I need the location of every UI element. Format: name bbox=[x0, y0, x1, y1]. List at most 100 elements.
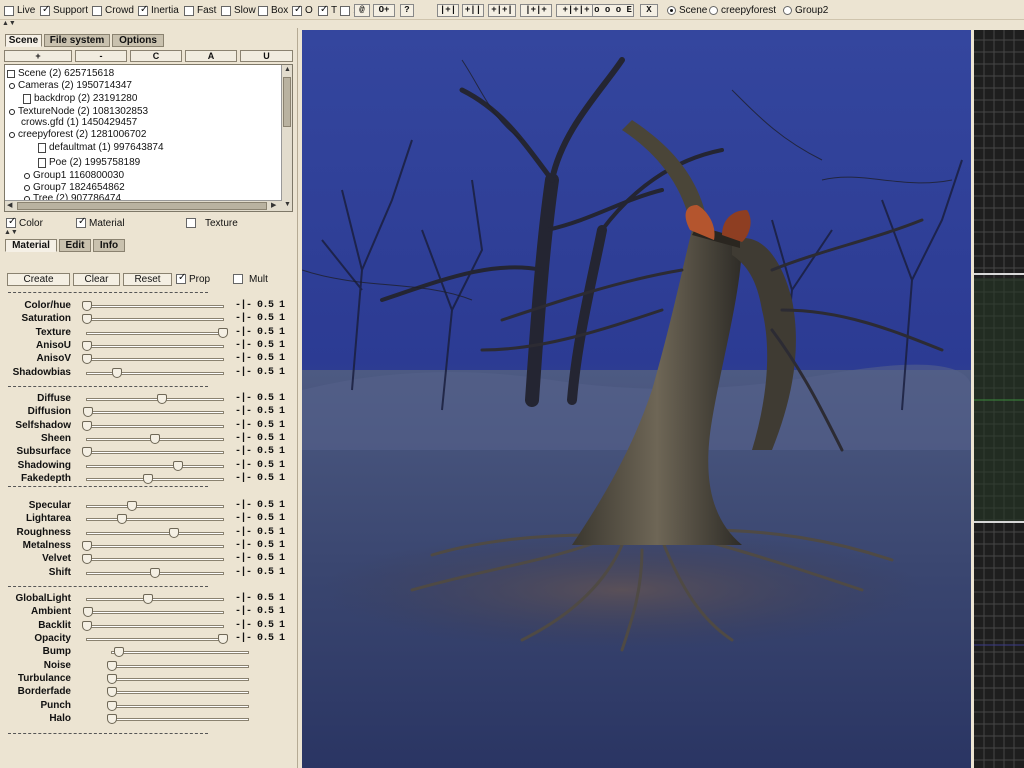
tree-node-group1[interactable]: Group1 1160800030 bbox=[24, 170, 124, 181]
scroll-thumb[interactable] bbox=[283, 77, 291, 127]
slider-handle[interactable] bbox=[218, 634, 228, 644]
tree-node-scene[interactable]: Scene (2) 625715618 bbox=[7, 68, 114, 79]
slider-track[interactable] bbox=[82, 541, 224, 551]
slider-track[interactable] bbox=[86, 501, 224, 511]
toggle-slow[interactable]: Slow bbox=[221, 4, 256, 17]
mult-checkbox[interactable] bbox=[233, 274, 243, 284]
scroll-left-arrow-icon[interactable]: ◀ bbox=[7, 202, 12, 210]
collapse-arrows-icon[interactable]: ▲▼ bbox=[2, 20, 16, 27]
slider-track[interactable] bbox=[86, 634, 228, 644]
slider-track[interactable] bbox=[107, 701, 249, 711]
slider-track[interactable] bbox=[86, 528, 224, 538]
tab-material[interactable]: Material bbox=[5, 239, 57, 252]
slider-handle[interactable] bbox=[107, 674, 117, 684]
slider-track[interactable] bbox=[82, 621, 224, 631]
toggle-box[interactable]: Box bbox=[258, 4, 288, 17]
material-option[interactable]: Material bbox=[76, 216, 125, 229]
create-button[interactable]: Create bbox=[7, 273, 70, 286]
expand-node-icon[interactable] bbox=[9, 131, 15, 138]
help-button[interactable]: ? bbox=[400, 4, 414, 17]
slider-handle[interactable] bbox=[107, 714, 117, 724]
slider-track[interactable] bbox=[82, 314, 224, 324]
slider-track[interactable] bbox=[86, 594, 224, 604]
radio-icon[interactable] bbox=[783, 6, 792, 15]
slider-handle[interactable] bbox=[156, 394, 167, 404]
tree-node-poe[interactable]: Poe (2) 1995758189 bbox=[38, 157, 140, 168]
tree-a-button[interactable]: A bbox=[185, 50, 237, 62]
right-grid-panel[interactable] bbox=[974, 30, 1024, 768]
slider-handle[interactable] bbox=[143, 594, 154, 604]
slider-handle[interactable] bbox=[150, 568, 160, 578]
slider-track[interactable] bbox=[82, 447, 224, 457]
slider-handle[interactable] bbox=[82, 314, 92, 324]
tree-node-creepyforest[interactable]: creepyforest (2) 1281006702 bbox=[9, 129, 146, 140]
mult-option[interactable]: Mult bbox=[233, 273, 268, 285]
slider-track[interactable] bbox=[86, 394, 224, 404]
material-checkbox[interactable] bbox=[76, 216, 86, 228]
tab-info[interactable]: Info bbox=[93, 239, 125, 252]
texture-checkbox[interactable] bbox=[186, 218, 196, 228]
tree-horizontal-scrollbar[interactable]: ◀ ▶ bbox=[5, 200, 282, 211]
prop-checkbox[interactable] bbox=[176, 272, 186, 284]
toggle-crowd[interactable]: Crowd bbox=[92, 4, 134, 17]
slider-track[interactable] bbox=[86, 461, 224, 471]
scroll-thumb[interactable] bbox=[17, 202, 267, 210]
radio-icon[interactable] bbox=[709, 6, 718, 15]
slider-handle[interactable] bbox=[107, 661, 117, 671]
slider-track[interactable] bbox=[107, 674, 249, 684]
slider-track[interactable] bbox=[83, 407, 224, 417]
slider-track[interactable] bbox=[82, 421, 224, 431]
slider-handle[interactable] bbox=[218, 328, 228, 338]
slider-handle[interactable] bbox=[107, 701, 117, 711]
layout-4-button[interactable]: |+|+ bbox=[520, 4, 552, 17]
tab-file-system[interactable]: File system bbox=[44, 34, 110, 47]
radio-group2[interactable]: Group2 bbox=[783, 4, 828, 17]
slider-handle[interactable] bbox=[82, 554, 92, 564]
checkbox-icon[interactable] bbox=[340, 5, 350, 16]
radio-scene[interactable]: Scene bbox=[667, 4, 707, 17]
checkbox-icon[interactable] bbox=[318, 4, 328, 16]
tab-options[interactable]: Options bbox=[112, 34, 164, 47]
slider-track[interactable] bbox=[82, 354, 224, 364]
slider-track[interactable] bbox=[86, 568, 224, 578]
ooo-e-button[interactable]: o o o E bbox=[592, 4, 634, 17]
slider-handle[interactable] bbox=[83, 607, 94, 617]
at-button[interactable]: @ bbox=[354, 4, 370, 17]
layout-2-button[interactable]: +|| bbox=[462, 4, 484, 17]
slider-handle[interactable] bbox=[107, 687, 117, 697]
slider-handle[interactable] bbox=[83, 407, 94, 417]
slider-track[interactable] bbox=[83, 607, 224, 617]
toggle-support[interactable]: Support bbox=[40, 4, 88, 17]
slider-track[interactable] bbox=[82, 301, 224, 311]
slider-track[interactable] bbox=[86, 368, 224, 378]
checkbox-icon[interactable] bbox=[221, 5, 231, 16]
tree-node-texturenode[interactable]: TextureNode (2) 1081302853 bbox=[9, 106, 148, 117]
tree-expand-button[interactable]: + bbox=[4, 50, 72, 62]
tab-edit[interactable]: Edit bbox=[59, 239, 91, 252]
tree-c-button[interactable]: C bbox=[130, 50, 182, 62]
expand-node-icon[interactable] bbox=[9, 82, 15, 89]
tree-node-group7[interactable]: Group7 1824654862 bbox=[24, 182, 125, 193]
checkbox-icon[interactable] bbox=[184, 5, 194, 16]
slider-handle[interactable] bbox=[126, 501, 137, 511]
checkbox-icon[interactable] bbox=[258, 5, 268, 16]
slider-handle[interactable] bbox=[82, 541, 92, 551]
slider-track[interactable] bbox=[107, 661, 249, 671]
slider-handle[interactable] bbox=[169, 528, 180, 538]
slider-handle[interactable] bbox=[82, 354, 92, 364]
color-checkbox[interactable] bbox=[6, 216, 16, 228]
clear-button[interactable]: Clear bbox=[73, 273, 120, 286]
slider-handle[interactable] bbox=[82, 301, 92, 311]
tree-node-backdrop[interactable]: backdrop (2) 23191280 bbox=[23, 93, 137, 104]
close-x-button[interactable]: X bbox=[640, 4, 658, 17]
slider-handle[interactable] bbox=[173, 461, 184, 471]
layout-5-button[interactable]: +|+|+ bbox=[556, 4, 596, 17]
color-option[interactable]: Color bbox=[6, 216, 43, 229]
scroll-right-arrow-icon[interactable]: ▶ bbox=[271, 202, 276, 210]
reset-button[interactable]: Reset bbox=[123, 273, 172, 286]
checkbox-icon[interactable] bbox=[4, 5, 14, 16]
radio-creepyforest[interactable]: creepyforest bbox=[709, 4, 776, 17]
slider-handle[interactable] bbox=[111, 368, 122, 378]
slider-track[interactable] bbox=[82, 554, 224, 564]
slider-handle[interactable] bbox=[113, 647, 124, 657]
